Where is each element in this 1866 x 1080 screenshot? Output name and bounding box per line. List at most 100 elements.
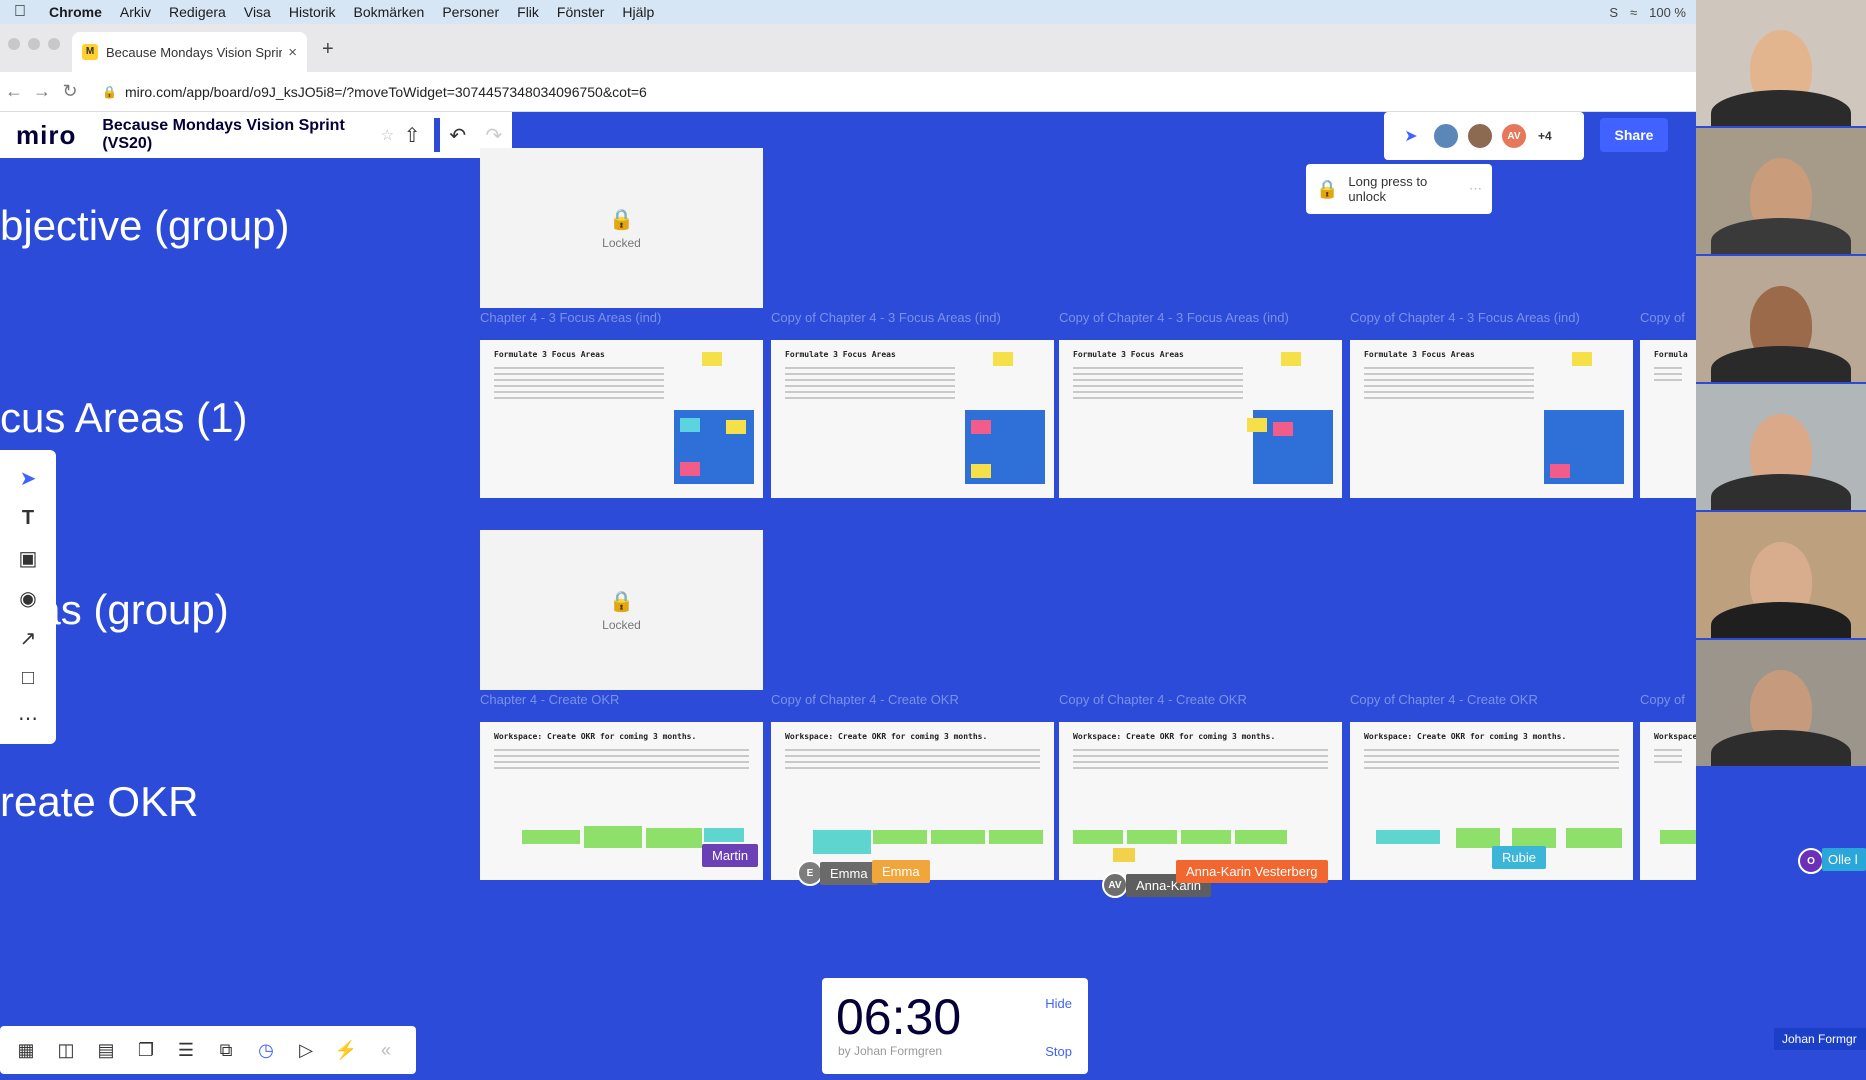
- timer-hide-button[interactable]: Hide: [1045, 996, 1072, 1011]
- okr-note: [1113, 848, 1135, 862]
- wifi-icon[interactable]: ≈: [1630, 5, 1637, 20]
- okr-note: [584, 826, 642, 848]
- select-icon[interactable]: ➤: [13, 464, 43, 492]
- sticky-note-icon[interactable]: ▣: [13, 544, 43, 572]
- menu-visa[interactable]: Visa: [235, 4, 280, 20]
- cursor-follow-icon[interactable]: ➤: [1396, 122, 1426, 150]
- more-collaborators-count[interactable]: +4: [1538, 129, 1552, 143]
- connection-line-icon[interactable]: ↗: [13, 624, 43, 652]
- more-tools-icon[interactable]: ⋯: [13, 704, 43, 732]
- frame-title[interactable]: Copy of Chapter 4 - 3 Focus Areas (ind): [1350, 310, 1580, 325]
- okr-slide[interactable]: Workspace: Create OKR for coming 3 month…: [771, 722, 1054, 880]
- timer-owner: by Johan Formgren: [838, 1044, 943, 1058]
- frame-title[interactable]: Chapter 4 - Create OKR: [480, 692, 619, 707]
- locked-frame[interactable]: 🔒 Locked: [480, 148, 763, 308]
- slide-body: [785, 749, 1040, 769]
- undo-icon[interactable]: ↶: [440, 123, 476, 148]
- frame-title[interactable]: Copy of: [1640, 692, 1685, 707]
- sticky-note: [1247, 418, 1267, 432]
- frame-label[interactable]: reate OKR: [0, 778, 198, 826]
- menu-redigera[interactable]: Redigera: [160, 4, 235, 20]
- browser-tab-miro[interactable]: M Because Mondays Vision Sprir ×: [72, 32, 307, 72]
- focus-areas-slide[interactable]: Formulate 3 Focus Areas: [480, 340, 763, 498]
- menu-flik[interactable]: Flik: [508, 4, 548, 20]
- text-tool-icon[interactable]: T: [13, 504, 43, 532]
- miro-logo[interactable]: miro: [0, 120, 92, 151]
- close-window-icon[interactable]: [8, 38, 20, 50]
- frame-label[interactable]: cus Areas (1): [0, 394, 247, 442]
- focus-areas-slide[interactable]: Formulate 3 Focus Areas: [1350, 340, 1633, 498]
- video-call-icon[interactable]: ▷: [294, 1036, 318, 1064]
- miro-header: miro Because Mondays Vision Sprint (VS20…: [0, 112, 512, 158]
- lightning-icon[interactable]: ⚡: [334, 1036, 358, 1064]
- lock-icon[interactable]: 🔒: [102, 85, 117, 99]
- star-icon[interactable]: ☆: [381, 126, 394, 144]
- comments-icon[interactable]: ▤: [94, 1036, 118, 1064]
- back-icon[interactable]: ←: [0, 81, 28, 102]
- presentation-icon[interactable]: ◫: [54, 1036, 78, 1064]
- collapse-icon[interactable]: «: [374, 1036, 398, 1064]
- video-tile[interactable]: [1696, 0, 1866, 126]
- frame-title[interactable]: Copy of Chapter 4 - Create OKR: [1059, 692, 1247, 707]
- focus-areas-slide[interactable]: Formulate 3 Focus Areas: [771, 340, 1054, 498]
- video-tile[interactable]: [1696, 256, 1866, 382]
- menu-arkiv[interactable]: Arkiv: [111, 4, 160, 20]
- video-tile[interactable]: [1696, 384, 1866, 510]
- video-tile[interactable]: [1696, 640, 1866, 766]
- menu-personer[interactable]: Personer: [433, 4, 508, 20]
- frame-title[interactable]: Copy of Chapter 4 - Create OKR: [1350, 692, 1538, 707]
- address-bar: ← → ↻ 🔒 miro.com/app/board/o9J_ksJO5i8=/…: [0, 72, 1696, 112]
- okr-slide[interactable]: Workspace: Create OKR for coming 3 month…: [1059, 722, 1342, 880]
- menu-chrome[interactable]: Chrome: [40, 4, 111, 20]
- menu-hjalp[interactable]: Hjälp: [613, 4, 663, 20]
- video-tile[interactable]: [1696, 128, 1866, 254]
- share-button[interactable]: Share: [1600, 118, 1668, 152]
- minimize-window-icon[interactable]: [28, 38, 40, 50]
- cursor-label-rubie: Rubie: [1492, 846, 1546, 869]
- sticky-note: [1572, 352, 1592, 366]
- menu-fonster[interactable]: Fönster: [548, 4, 613, 20]
- avatar[interactable]: AV: [1500, 122, 1528, 150]
- url-field[interactable]: miro.com/app/board/o9J_ksJO5i8=/?moveToW…: [125, 84, 647, 100]
- video-tile[interactable]: [1696, 512, 1866, 638]
- avatar[interactable]: [1466, 122, 1494, 150]
- shapes-icon[interactable]: ◉: [13, 584, 43, 612]
- skype-icon[interactable]: S: [1609, 5, 1618, 20]
- sticky-note: [993, 352, 1013, 366]
- focus-areas-slide[interactable]: Formula: [1640, 340, 1696, 498]
- avatar[interactable]: [1432, 122, 1460, 150]
- frame-title[interactable]: Copy of Chapter 4 - Create OKR: [771, 692, 959, 707]
- frame-title[interactable]: Chapter 4 - 3 Focus Areas (ind): [480, 310, 661, 325]
- screen-share-icon[interactable]: ⧉: [214, 1036, 238, 1064]
- comment-icon[interactable]: □: [13, 664, 43, 692]
- forward-icon[interactable]: →: [28, 81, 56, 102]
- export-icon[interactable]: ⇧: [394, 123, 430, 148]
- apple-icon[interactable]: : [0, 3, 40, 21]
- menu-bokmarken[interactable]: Bokmärken: [345, 4, 434, 20]
- more-options-icon[interactable]: ⋯: [1469, 181, 1482, 197]
- redo-icon[interactable]: ↷: [476, 123, 512, 148]
- locked-frame[interactable]: 🔒 Locked: [480, 530, 763, 690]
- kanban-icon[interactable]: ☰: [174, 1036, 198, 1064]
- new-tab-button[interactable]: +: [322, 38, 334, 61]
- frame-title[interactable]: Copy of Chapter 4 - 3 Focus Areas (ind): [1059, 310, 1289, 325]
- timer-stop-button[interactable]: Stop: [1045, 1044, 1072, 1059]
- okr-note: [522, 830, 580, 844]
- menu-historik[interactable]: Historik: [280, 4, 345, 20]
- timer-icon[interactable]: ◷: [254, 1036, 278, 1064]
- sticky-note: [702, 352, 722, 366]
- reload-icon[interactable]: ↻: [56, 81, 84, 102]
- cards-icon[interactable]: ❐: [134, 1036, 158, 1064]
- frame-title[interactable]: Copy of: [1640, 310, 1685, 325]
- frames-icon[interactable]: ▦: [14, 1036, 38, 1064]
- maximize-window-icon[interactable]: [48, 38, 60, 50]
- frame-label[interactable]: bjective (group): [0, 202, 289, 250]
- board-title[interactable]: Because Mondays Vision Sprint (VS20): [92, 117, 370, 153]
- okr-note: [646, 828, 702, 848]
- focus-areas-slide[interactable]: Formulate 3 Focus Areas: [1059, 340, 1342, 498]
- okr-slide[interactable]: Workspace: [1640, 722, 1696, 880]
- menubar-status: S ≈ 100 %: [1609, 5, 1696, 20]
- miro-favicon-icon: M: [82, 44, 98, 60]
- tab-close-icon[interactable]: ×: [288, 44, 297, 61]
- frame-title[interactable]: Copy of Chapter 4 - 3 Focus Areas (ind): [771, 310, 1001, 325]
